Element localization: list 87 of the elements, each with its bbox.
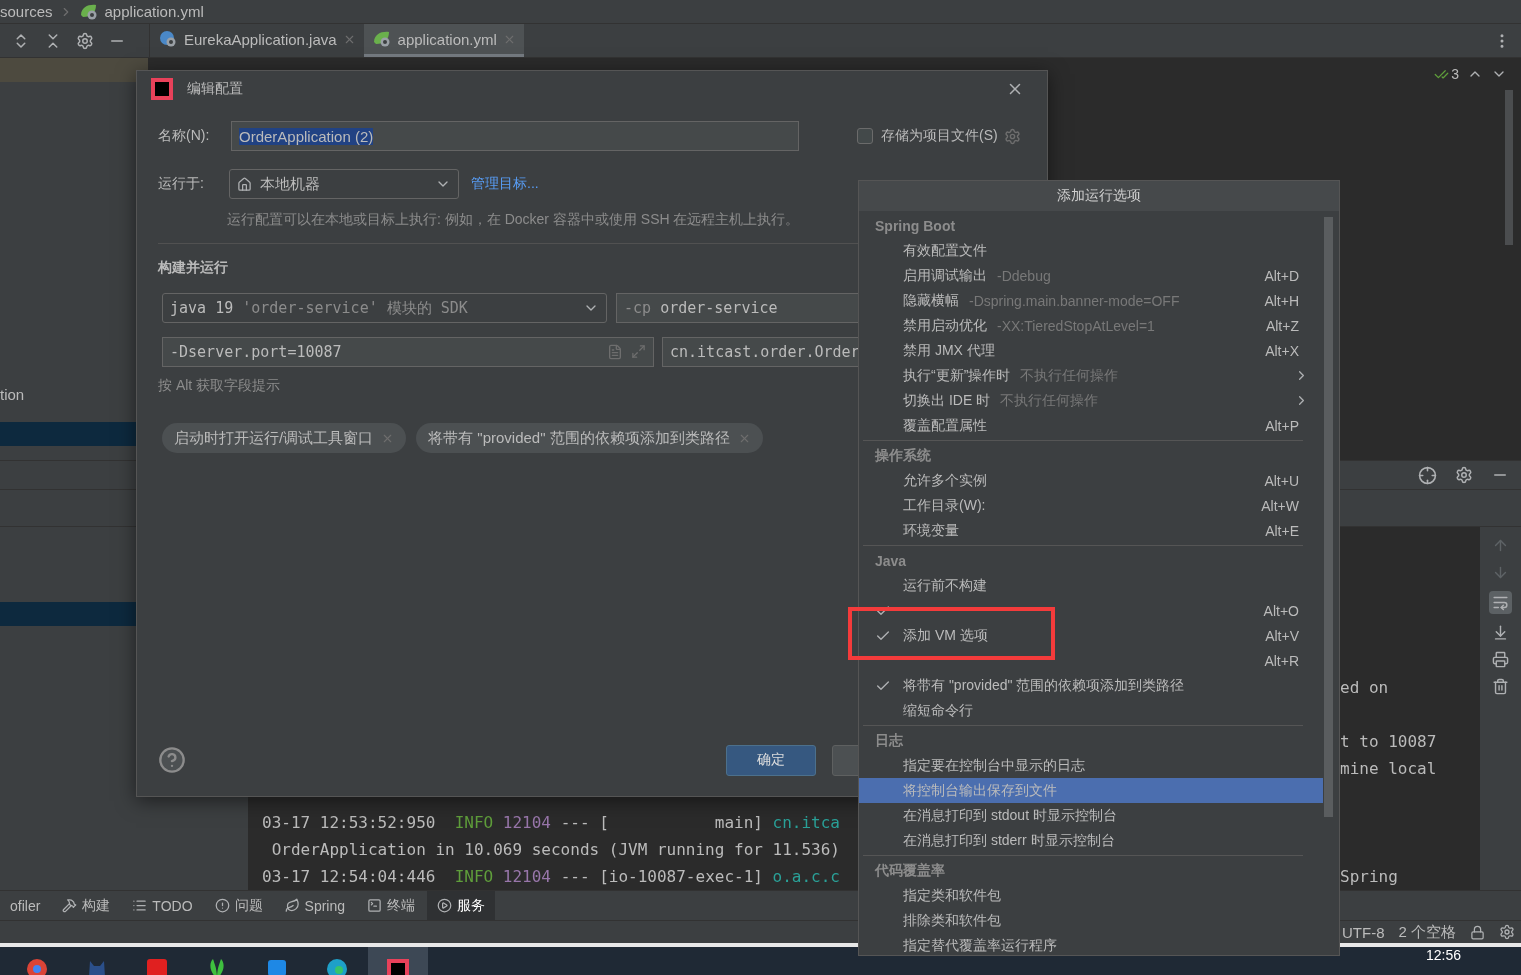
help-icon[interactable] [158, 746, 186, 774]
ok-button[interactable]: 确定 [726, 744, 816, 776]
app-logo-icon [151, 78, 173, 100]
scrollbar[interactable] [1324, 217, 1333, 817]
tab-label: application.yml [397, 30, 497, 48]
java-file-icon [158, 30, 178, 48]
menu-item[interactable]: 缩短命令行 [859, 698, 1323, 723]
manage-targets-link[interactable]: 管理目标... [471, 175, 539, 193]
menu-item[interactable]: 允许多个实例 Alt+U [859, 468, 1323, 493]
menu-item[interactable]: 指定类和软件包 [859, 883, 1323, 908]
run-on-label: 运行于: [158, 175, 205, 193]
option-chip[interactable]: 启动时打开运行/调试工具窗口 [162, 423, 407, 453]
field-hint: 按 Alt 获取字段提示 [158, 377, 281, 395]
menu-item[interactable]: 有效配置文件 [859, 238, 1323, 263]
menu-item[interactable]: 环境变量 Alt+E [859, 518, 1323, 543]
group-header: Java [874, 551, 908, 571]
name-label: 名称(N): [158, 127, 211, 145]
console-line: mine local [1340, 759, 1438, 778]
play-icon [437, 898, 453, 913]
menu-item[interactable]: 在消息打印到 stderr 时显示控制台 [859, 828, 1323, 853]
tool-window-button[interactable]: ofiler [0, 891, 51, 920]
editor-tab[interactable]: application.yml [363, 24, 524, 57]
group-header: 日志 [874, 730, 904, 750]
section-title: 构建并运行 [158, 259, 228, 277]
menu-item[interactable]: 覆盖配置属性 Alt+P [859, 413, 1323, 438]
scroll-to-end-icon[interactable] [1492, 624, 1509, 641]
target-dropdown[interactable]: 本地机器 [229, 169, 459, 199]
console-line: Spring [1340, 867, 1399, 886]
console-line: ed on [1340, 678, 1390, 697]
menu-item[interactable]: 添加 VM 选项 Alt+V [859, 623, 1323, 648]
tool-window-button[interactable]: 构建 [52, 891, 121, 920]
list-icon [132, 898, 148, 913]
checkbox[interactable] [857, 128, 873, 144]
console-line: OrderApplication in 10.069 seconds (JVM running for 11.536) [270, 840, 841, 859]
menu-item[interactable]: 指定要在控制台中显示的日志 [859, 753, 1323, 778]
target-icon[interactable] [1418, 465, 1437, 485]
scrollbar[interactable] [1505, 90, 1513, 245]
settings-icon[interactable] [1003, 127, 1021, 145]
encoding-label[interactable]: UTF-8 [1342, 923, 1385, 941]
indent-label[interactable]: 2 个空格 [1398, 922, 1456, 942]
settings-icon[interactable] [1499, 924, 1515, 940]
option-chip[interactable]: 将带有 "provided" 范围的依赖项添加到类路径 [416, 423, 763, 453]
breadcrumb-folder[interactable]: sources [0, 3, 53, 20]
breadcrumb-file[interactable]: application.yml [104, 3, 204, 20]
trash-icon[interactable] [1492, 678, 1509, 695]
sdk-dropdown[interactable]: java 19 'order-service' 模块的 SDK [162, 293, 607, 323]
editor-tab[interactable]: EurekaApplication.java [150, 24, 364, 57]
run-on-hint: 运行配置可以在本地或目标上执行: 例如，在 Docker 容器中或使用 SSH 在远程主机上执行。 [226, 211, 800, 229]
menu-item[interactable]: 切换出 IDE 时 不执行任何操作 [859, 388, 1323, 413]
name-field[interactable]: OrderApplication (2) [231, 121, 799, 151]
menu-item[interactable]: 工作目录(W): Alt+W [859, 493, 1323, 518]
group-header: Spring Boot [874, 216, 957, 236]
soft-wrap-button[interactable] [1489, 591, 1512, 614]
tool-window-button[interactable]: 终端 [357, 891, 426, 920]
menu-item[interactable]: 运行前不构建 [859, 573, 1323, 598]
tool-window-button[interactable]: 服务 [427, 891, 496, 920]
console-line: 03-17 12:53:52:950 INFO 12104 --- [ main] cn.itca [262, 813, 841, 832]
hammer-icon [62, 898, 78, 913]
group-header: 代码覆盖率 [873, 860, 946, 880]
menu-item[interactable]: 在消息打印到 stdout 时显示控制台 [859, 803, 1323, 828]
settings-icon[interactable] [76, 31, 94, 50]
tool-window-button[interactable]: TODO [122, 891, 203, 920]
terminal-icon [367, 898, 383, 913]
alert-icon [214, 898, 230, 913]
clock[interactable]: 12:56 [1425, 947, 1461, 963]
menu-item[interactable]: 指定替代覆盖率运行程序 [859, 933, 1323, 955]
print-icon[interactable] [1492, 651, 1509, 668]
console-line: 03-17 12:54:04:446 INFO 12104 --- [io-10087-exec-1] o.a.c.c [262, 867, 841, 886]
inspection-count[interactable]: 3 [1434, 66, 1459, 82]
tab-label: EurekaApplication.java [184, 30, 337, 48]
checkbox-label[interactable]: 存储为项目文件(S) [881, 127, 998, 145]
tool-window-button[interactable]: 问题 [204, 891, 273, 920]
console-line: t to 10087 [1340, 732, 1438, 751]
group-header: 操作系统 [874, 445, 932, 465]
dialog-title: 编辑配置 [187, 80, 243, 98]
tool-window-button[interactable]: Spring [274, 891, 356, 920]
popup-title: 添加运行选项 [859, 181, 1339, 211]
menu-item[interactable]: 将带有 "provided" 范围的依赖项添加到类路径 [859, 673, 1323, 698]
menu-item[interactable]: Alt+R [859, 648, 1323, 673]
lock-icon[interactable] [1470, 924, 1485, 940]
leaf-icon [284, 898, 300, 913]
menu-item[interactable]: Alt+O [859, 598, 1323, 623]
settings-icon[interactable] [1455, 466, 1473, 484]
home-icon [237, 176, 252, 192]
menu-item[interactable]: 排除类和软件包 [859, 908, 1323, 933]
menu-item[interactable]: 启用调试输出 -Ddebug Alt+D [859, 263, 1323, 288]
yaml-file-icon [371, 30, 392, 48]
